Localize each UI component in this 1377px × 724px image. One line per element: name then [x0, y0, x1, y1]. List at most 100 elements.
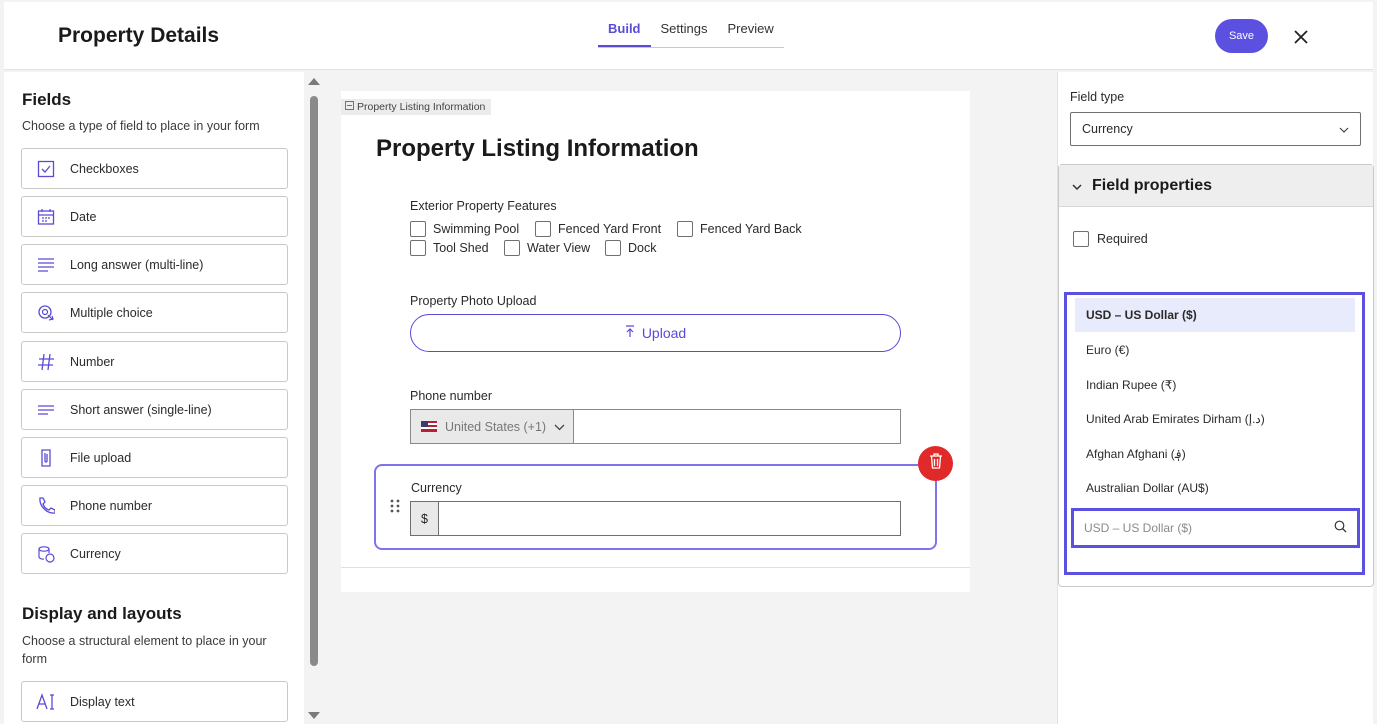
checkbox-icon	[22, 160, 70, 178]
upload-icon	[625, 325, 635, 341]
currency-search-input[interactable]: USD – US Dollar ($)	[1071, 508, 1360, 548]
fields-subtitle: Choose a type of field to place in your …	[22, 119, 260, 133]
checkbox-box[interactable]	[410, 240, 426, 256]
country-label: United States (+1)	[445, 419, 547, 434]
calendar-icon	[22, 208, 70, 226]
page-title: Property Details	[58, 24, 220, 47]
field-properties-title: Field properties	[1092, 176, 1213, 194]
checkbox-box[interactable]	[1073, 231, 1089, 247]
file-icon	[22, 448, 70, 467]
required-label: Required	[1097, 232, 1148, 246]
delete-field-button[interactable]	[918, 446, 953, 481]
search-icon[interactable]	[1334, 520, 1347, 536]
field-properties-header[interactable]: Field properties	[1059, 165, 1373, 207]
text-cursor-icon	[22, 692, 70, 711]
field-item-label: Display text	[70, 694, 135, 709]
form-canvas: Property Listing Information Property Li…	[341, 91, 970, 592]
checkbox-box[interactable]	[535, 221, 551, 237]
currency-input[interactable]	[439, 502, 900, 535]
field-type-select[interactable]: Currency	[1070, 112, 1361, 146]
checkbox-label: Water View	[527, 241, 591, 255]
field-item-label: Date	[70, 209, 97, 224]
currency-field: $	[410, 501, 901, 536]
coins-icon	[22, 545, 70, 563]
field-item-label: Multiple choice	[70, 305, 153, 320]
tab-settings[interactable]: Settings	[651, 2, 718, 47]
checkbox-water-view[interactable]: Water View	[504, 240, 590, 256]
field-item-label: Long answer (multi-line)	[70, 257, 204, 272]
currency-prefix: $	[411, 502, 439, 535]
us-flag-icon	[421, 421, 437, 432]
checkbox-box[interactable]	[410, 221, 426, 237]
chevron-down-icon	[554, 420, 565, 434]
layouts-heading: Display and layouts	[22, 604, 182, 623]
required-checkbox[interactable]: Required	[1073, 231, 1148, 247]
upload-label: Upload	[641, 325, 687, 341]
currency-option[interactable]: USD – US Dollar ($)	[1075, 298, 1355, 332]
field-item-checkboxes[interactable]: Checkboxes	[21, 148, 288, 189]
drag-handle-icon[interactable]	[390, 499, 400, 518]
field-item-phone-number[interactable]: Phone number	[21, 485, 288, 526]
tab-preview[interactable]: Preview	[717, 2, 783, 47]
search-placeholder: USD – US Dollar ($)	[1084, 521, 1193, 535]
upload-button[interactable]: Upload	[410, 314, 901, 352]
currency-option[interactable]: United Arab Emirates Dirham (د.إ)	[1075, 402, 1355, 436]
chevron-down-icon	[1339, 122, 1349, 136]
field-item-date[interactable]: Date	[21, 196, 288, 237]
currency-label: Currency	[411, 481, 462, 495]
field-type-label: Field type	[1070, 90, 1125, 104]
tab-build[interactable]: Build	[598, 2, 651, 47]
currency-option[interactable]: Euro (€)	[1075, 333, 1355, 367]
checkbox-dock[interactable]: Dock	[605, 240, 656, 256]
collapse-section-icon	[345, 101, 354, 113]
save-button[interactable]: Save	[1215, 19, 1268, 53]
phone-icon	[22, 496, 70, 515]
phone-input[interactable]	[574, 410, 900, 443]
currency-option[interactable]: Indian Rupee (₹)	[1075, 368, 1355, 402]
checkbox-label: Dock	[628, 241, 657, 255]
short-text-icon	[22, 401, 70, 419]
section-tag-label: Property Listing Information	[357, 101, 486, 113]
fields-heading: Fields	[22, 90, 72, 109]
layouts-subtitle: Choose a structural element to place in …	[22, 634, 267, 666]
field-item-multiple-choice[interactable]: Multiple choice	[21, 292, 288, 333]
field-item-short-answer[interactable]: Short answer (single-line)	[21, 389, 288, 430]
checkbox-box[interactable]	[504, 240, 520, 256]
currency-option[interactable]: Afghan Afghani (؋)	[1075, 437, 1355, 471]
field-item-long-answer[interactable]: Long answer (multi-line)	[21, 244, 288, 285]
long-text-icon	[22, 256, 70, 274]
checkbox-tool-shed[interactable]: Tool Shed	[410, 240, 489, 256]
field-item-currency[interactable]: Currency	[21, 533, 288, 574]
section-tag[interactable]: Property Listing Information	[341, 99, 492, 115]
section-title: Property Listing Information	[376, 135, 699, 162]
photo-upload-label: Property Photo Upload	[410, 294, 537, 308]
field-item-label: Checkboxes	[70, 161, 139, 176]
checkbox-fenced-yard-front[interactable]: Fenced Yard Front	[535, 221, 661, 237]
close-icon[interactable]	[1290, 26, 1312, 48]
field-item-label: Number	[70, 354, 115, 369]
hash-icon	[22, 353, 70, 371]
currency-dropdown: USD – US Dollar ($) Euro (€) Indian Rupe…	[1064, 292, 1365, 575]
field-item-display-text[interactable]: Display text	[21, 681, 288, 722]
checkbox-label: Swimming Pool	[433, 222, 520, 236]
currency-field-card[interactable]: Currency $	[374, 464, 937, 550]
field-item-number[interactable]: Number	[21, 341, 288, 382]
country-select[interactable]: United States (+1)	[411, 410, 574, 443]
scroll-up-arrow-icon[interactable]	[308, 78, 320, 85]
currency-option[interactable]: Australian Dollar (AU$)	[1075, 471, 1355, 505]
scroll-thumb[interactable]	[310, 96, 318, 666]
checkbox-box[interactable]	[677, 221, 693, 237]
phone-field: United States (+1)	[410, 409, 901, 444]
checkbox-label: Fenced Yard Front	[558, 222, 662, 236]
field-item-label: File upload	[70, 450, 132, 465]
trash-icon	[929, 453, 943, 474]
checkbox-box[interactable]	[605, 240, 621, 256]
scroll-down-arrow-icon[interactable]	[308, 712, 320, 719]
checkbox-label: Tool Shed	[433, 241, 489, 255]
field-item-file-upload[interactable]: File upload	[21, 437, 288, 478]
checkbox-swimming-pool[interactable]: Swimming Pool	[410, 221, 519, 237]
header-bar: Property Details Build Settings Preview …	[4, 2, 1373, 70]
sidebar-scrollbar[interactable]	[306, 72, 322, 724]
tab-bar: Build Settings Preview	[598, 2, 784, 48]
checkbox-fenced-yard-back[interactable]: Fenced Yard Back	[677, 221, 802, 237]
